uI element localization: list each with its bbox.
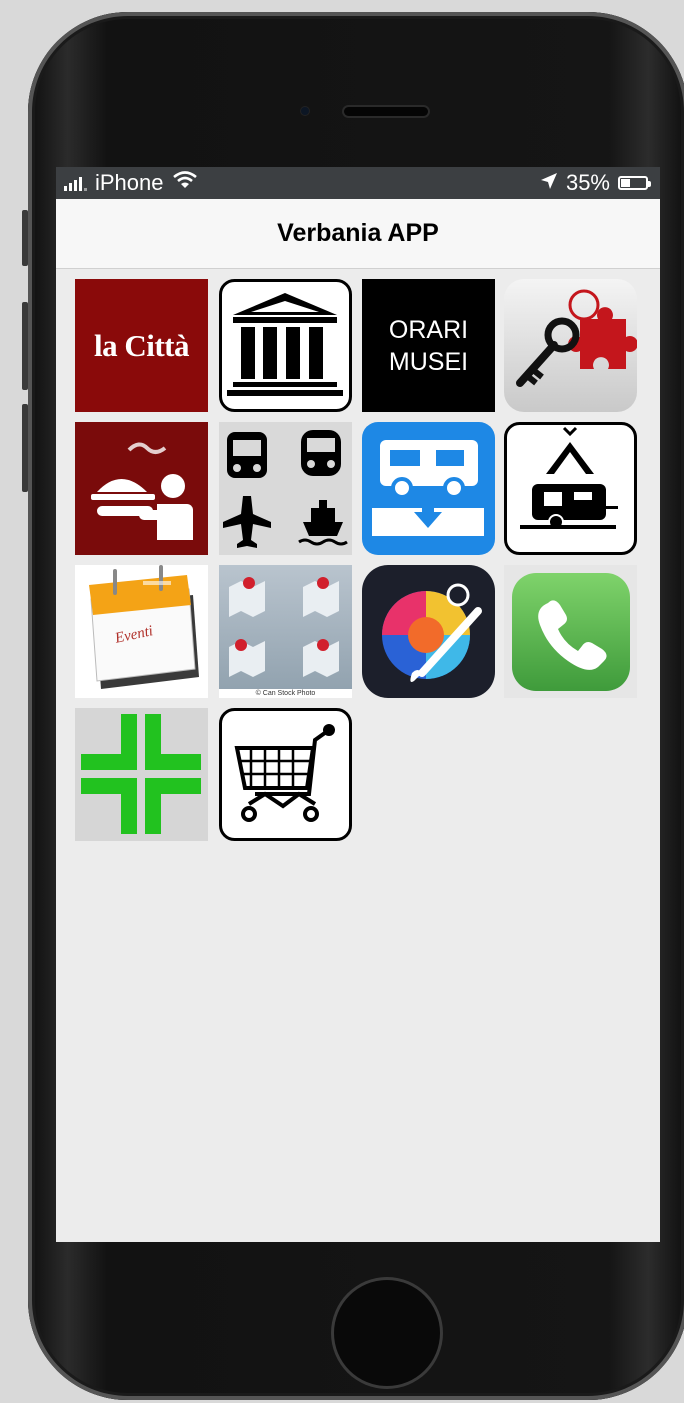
home-button[interactable] bbox=[334, 1280, 440, 1386]
tile-trasporti[interactable] bbox=[219, 422, 352, 555]
front-camera bbox=[301, 107, 309, 115]
tile-mappe[interactable]: © Can Stock Photo bbox=[219, 565, 352, 698]
tile-campeggi[interactable] bbox=[504, 422, 637, 555]
maps-icon bbox=[219, 565, 352, 698]
transport-icon bbox=[219, 422, 352, 555]
tile-orari-musei[interactable]: ORARI MUSEI bbox=[362, 279, 495, 412]
screen: iPhone 35% Verbania APP la Città ORARI M… bbox=[56, 167, 660, 1242]
tile-monuments[interactable] bbox=[219, 279, 352, 412]
tile-keys[interactable] bbox=[504, 279, 637, 412]
location-arrow-icon bbox=[540, 170, 558, 196]
tile-arte[interactable] bbox=[362, 565, 495, 698]
orari-label: ORARI bbox=[388, 315, 469, 344]
tile-shopping[interactable] bbox=[219, 708, 352, 841]
maps-caption: © Can Stock Photo bbox=[255, 690, 316, 697]
volume-up-button bbox=[22, 302, 28, 390]
tile-ristoranti[interactable] bbox=[75, 422, 208, 555]
camping-tent-caravan-icon bbox=[504, 422, 637, 555]
tile-camper[interactable] bbox=[362, 422, 495, 555]
carrier-label: iPhone bbox=[95, 170, 164, 195]
tile-la-citta[interactable]: la Città bbox=[75, 279, 208, 412]
page-title: Verbania APP bbox=[277, 219, 439, 247]
volume-down-button bbox=[22, 404, 28, 492]
shopping-cart-icon bbox=[219, 708, 352, 841]
camper-service-icon bbox=[362, 422, 495, 555]
tile-farmacia[interactable] bbox=[75, 708, 208, 841]
mute-switch bbox=[22, 210, 28, 266]
tile-telefono[interactable] bbox=[504, 565, 637, 698]
earpiece-speaker bbox=[344, 107, 428, 116]
musei-label: MUSEI bbox=[388, 347, 469, 376]
battery-icon bbox=[618, 176, 651, 190]
tile-eventi[interactable]: Eventi bbox=[75, 565, 208, 698]
waiter-tray-icon bbox=[75, 422, 208, 555]
nav-bar: Verbania APP bbox=[56, 199, 660, 269]
signal-icon bbox=[64, 175, 87, 191]
la-citta-logo-text: la Città bbox=[93, 327, 190, 363]
battery-percent: 35% bbox=[565, 170, 610, 195]
pharmacy-cross-icon bbox=[75, 708, 208, 841]
paint-palette-icon bbox=[362, 565, 495, 698]
wifi-icon bbox=[172, 170, 198, 196]
phone-handset-icon bbox=[504, 565, 637, 698]
museum-building-icon bbox=[219, 279, 352, 412]
status-bar: iPhone 35% bbox=[56, 167, 660, 199]
key-puzzle-icon bbox=[504, 279, 637, 412]
